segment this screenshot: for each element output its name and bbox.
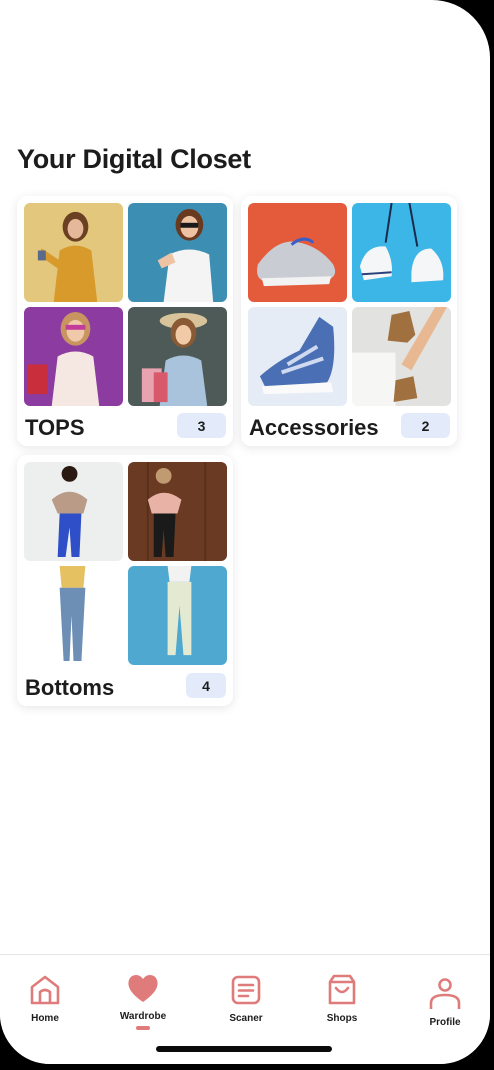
closet-image (128, 203, 227, 302)
tab-label: Wardrobe (119, 1011, 167, 1022)
tab-label: Home (31, 1013, 59, 1024)
home-icon (30, 975, 60, 1005)
tab-shops[interactable]: Shops (302, 973, 382, 1024)
heart-icon (128, 974, 158, 1002)
closet-image (128, 462, 227, 561)
home-indicator[interactable] (156, 1046, 332, 1052)
tab-profile[interactable]: Profile (405, 973, 485, 1028)
tab-label: Profile (429, 1017, 461, 1028)
category-card-accessories[interactable]: Accessories 2 (241, 196, 457, 446)
closet-image (128, 307, 227, 406)
item-count-badge: 2 (401, 413, 450, 438)
closet-image (248, 307, 347, 406)
shopping-bag-icon (328, 974, 356, 1005)
tab-scaner[interactable]: Scaner (206, 973, 286, 1024)
tab-label: Scaner (229, 1013, 263, 1024)
category-card-tops[interactable]: TOPS 3 (17, 196, 233, 446)
active-tab-indicator (136, 1026, 150, 1030)
item-count-badge: 4 (186, 673, 226, 698)
category-card-bottoms[interactable]: Bottoms 4 (17, 455, 233, 706)
closet-image (352, 203, 451, 302)
closet-image (248, 203, 347, 302)
document-icon (231, 975, 261, 1005)
category-label: Bottoms (25, 675, 115, 700)
closet-image (24, 203, 123, 302)
closet-image (128, 566, 227, 665)
tab-wardrobe[interactable]: Wardrobe (103, 971, 183, 1030)
tab-home[interactable]: Home (5, 973, 85, 1024)
item-count-badge: 3 (177, 413, 226, 438)
closet-image (24, 566, 123, 665)
page-title: Your Digital Closet (17, 144, 251, 174)
category-label: TOPS (25, 415, 85, 440)
closet-image (352, 307, 451, 406)
closet-image (24, 307, 123, 406)
category-label: Accessories (249, 415, 379, 440)
person-icon (429, 978, 461, 1009)
tab-label: Shops (326, 1013, 358, 1024)
app-screen: Your Digital Closet TOPS 3 Accessories 2… (0, 0, 490, 1064)
closet-image (24, 462, 123, 561)
